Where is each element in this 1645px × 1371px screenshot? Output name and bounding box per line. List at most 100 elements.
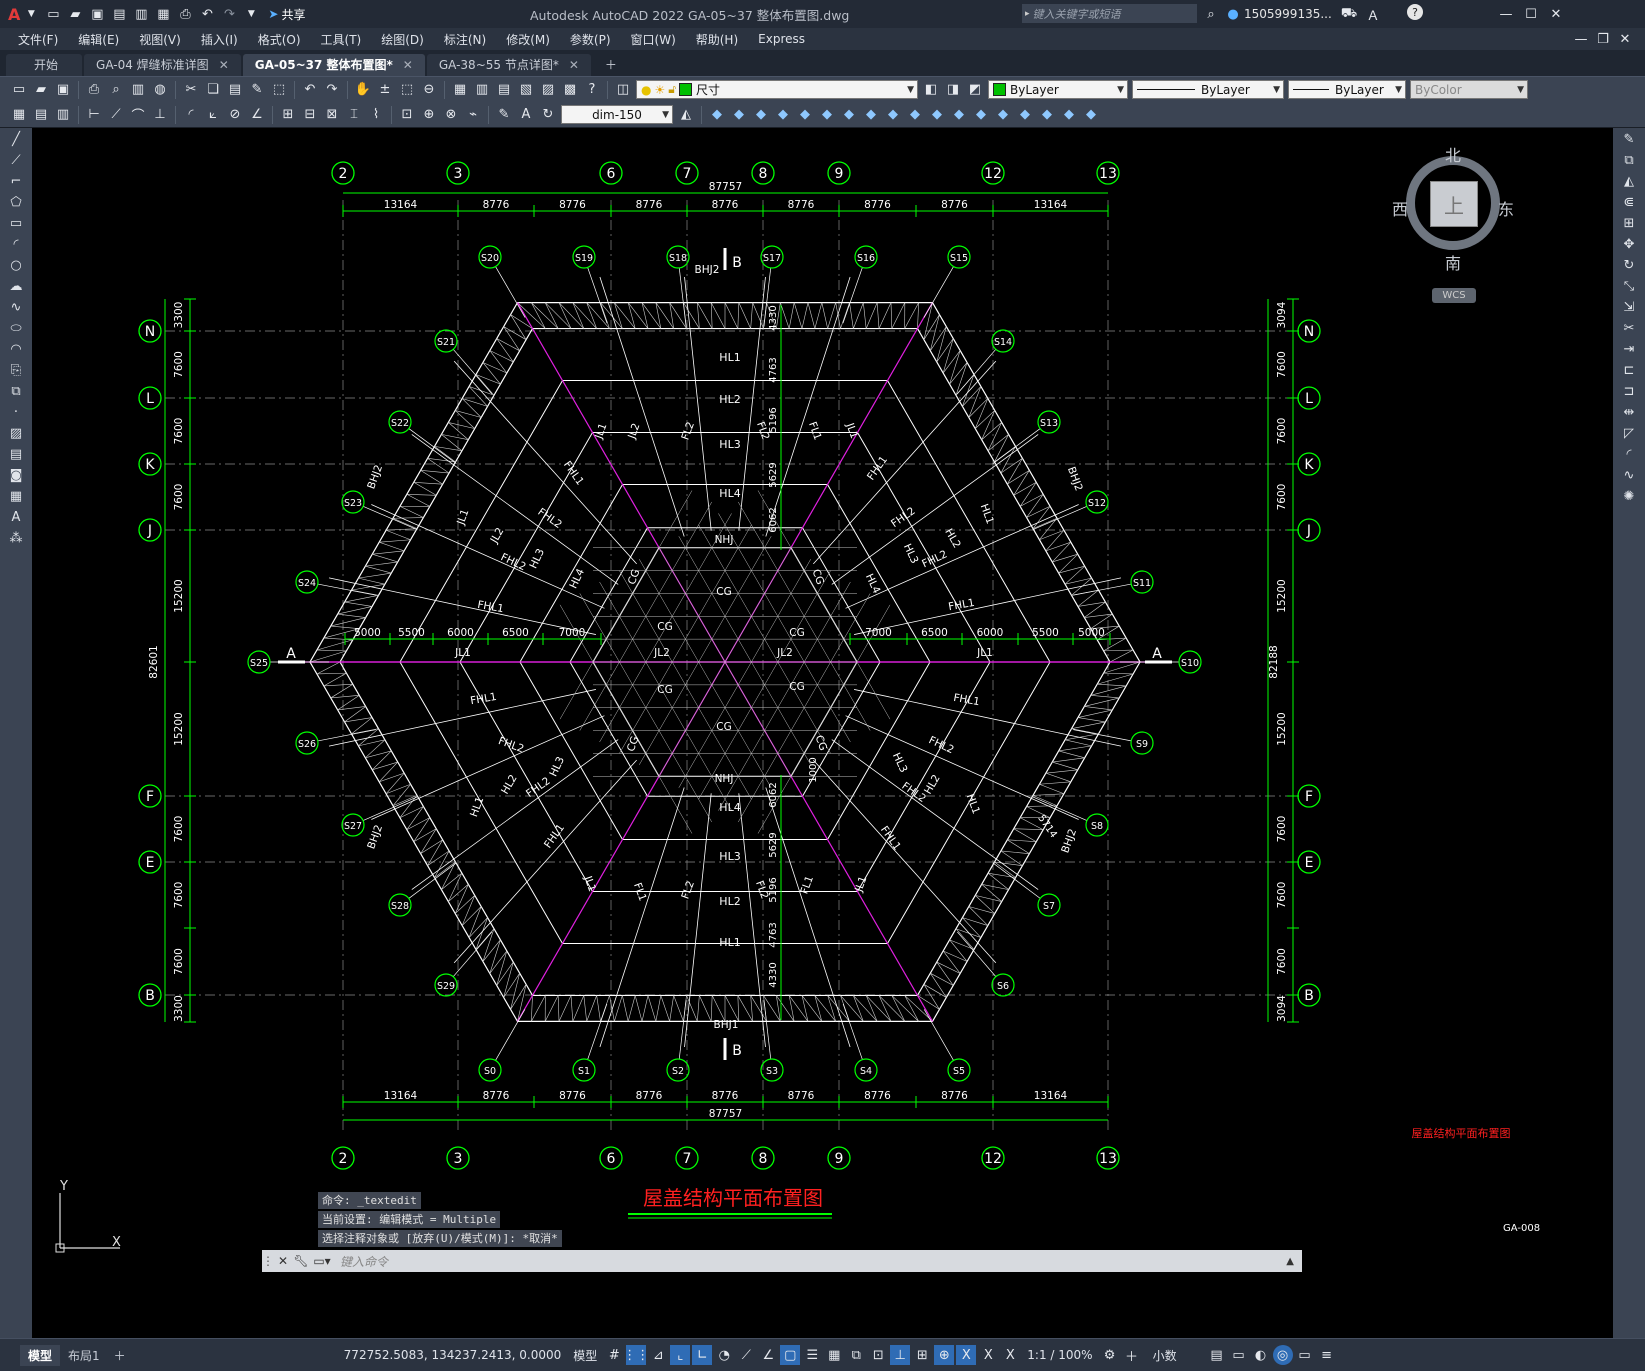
polar-tracking-icon[interactable]: ◔ — [714, 1345, 734, 1365]
tool-palettes-icon[interactable]: ▤ — [494, 80, 514, 100]
scale-icon[interactable]: ⤡ — [1618, 277, 1640, 296]
plotstyle-dropdown[interactable]: ByColor ▼ — [1410, 80, 1528, 99]
compass-west[interactable]: 西 — [1392, 196, 1408, 220]
layer-properties-icon[interactable]: ◫ — [613, 80, 633, 100]
dynamic-input-icon[interactable]: ⌞ — [670, 1345, 691, 1365]
tab-ga-05-37[interactable]: GA-05~37 整体布置图* ✕ — [242, 54, 425, 76]
clean-screen-icon[interactable]: ▭ — [1295, 1345, 1315, 1365]
close-window-icon[interactable]: ✕ — [1546, 4, 1566, 24]
cmd-customize-icon[interactable]: 🔧︎ — [292, 1254, 310, 1268]
tab-ga-04[interactable]: GA-04 焊缝标准详图 ✕ — [84, 54, 241, 76]
join-icon[interactable]: ⇹ — [1618, 403, 1640, 422]
menu-tools[interactable]: 工具(T) — [321, 31, 362, 48]
linetype-dropdown[interactable]: ByLayer ▼ — [1132, 80, 1284, 99]
cmd-recent-icon[interactable]: ▭▾ — [310, 1254, 334, 1268]
ortho-icon[interactable]: ∟ — [692, 1345, 713, 1365]
tab-close-icon[interactable]: ✕ — [219, 58, 229, 72]
plot-icon[interactable]: ⎙ — [84, 80, 104, 100]
a360-icon[interactable]: Ａ — [1363, 4, 1383, 24]
menu-help[interactable]: 帮助(H) — [696, 31, 738, 48]
tab-ga-38-55[interactable]: GA-38~55 节点详图* ✕ — [426, 54, 591, 76]
save-icon[interactable]: ▣ — [53, 80, 73, 100]
lineweight-dropdown[interactable]: ByLayer ▼ — [1288, 80, 1406, 99]
menu-parametric[interactable]: 参数(P) — [570, 31, 611, 48]
menu-modify[interactable]: 修改(M) — [506, 31, 550, 48]
extend-icon[interactable]: ⇥ — [1618, 340, 1640, 359]
print-icon[interactable]: ⎙ — [175, 4, 195, 24]
isodraft-icon[interactable]: ⟋ — [736, 1345, 756, 1365]
solid-cone-icon[interactable]: ◆ — [751, 105, 771, 125]
dynamic-ucs-icon[interactable]: ⊥ — [890, 1345, 911, 1365]
menu-insert[interactable]: 插入(I) — [201, 31, 238, 48]
polyline-icon[interactable]: ⌐ — [5, 172, 27, 191]
shell-icon[interactable]: ◆ — [971, 105, 991, 125]
web-icon[interactable]: ◍ — [150, 80, 170, 100]
menu-draw[interactable]: 绘图(D) — [381, 31, 424, 48]
match-properties-icon[interactable]: ✎ — [247, 80, 267, 100]
quick-dim-icon[interactable]: ⊞ — [278, 105, 298, 125]
customize-qat-icon[interactable]: ▼ — [241, 4, 261, 24]
color-dropdown[interactable]: ByLayer ▼ — [988, 80, 1128, 99]
hatch-icon[interactable]: ▨ — [5, 424, 27, 443]
viewcube-top-face[interactable]: 上 — [1430, 181, 1478, 227]
revcloud-icon[interactable]: ☁ — [5, 277, 27, 296]
menu-file[interactable]: 文件(F) — [18, 31, 58, 48]
search-icon[interactable]: ⌕ — [1201, 4, 1221, 24]
search-box[interactable]: ▸ 键入关键字或短语 — [1022, 4, 1197, 23]
menu-express[interactable]: Express — [758, 32, 805, 46]
layer-previous-icon[interactable]: ◨ — [943, 80, 963, 100]
region-icon[interactable]: ◙ — [5, 466, 27, 485]
new-tab-button[interactable]: ＋ — [593, 54, 629, 76]
trim-icon[interactable]: ✂ — [1618, 319, 1640, 338]
cut-icon[interactable]: ✂ — [181, 80, 201, 100]
move-icon[interactable]: ✥ — [1618, 235, 1640, 254]
subtract-icon[interactable]: ◆ — [883, 105, 903, 125]
design-center-icon[interactable]: ▥ — [472, 80, 492, 100]
imprint-icon[interactable]: ◆ — [993, 105, 1013, 125]
search-input[interactable]: 键入关键字或短语 — [1033, 6, 1121, 22]
explode-icon[interactable]: ✺ — [1618, 487, 1640, 506]
ellipse-icon[interactable]: ⬭ — [5, 319, 27, 338]
doc-restore-icon[interactable]: ❐ — [1593, 29, 1613, 49]
calculator-icon[interactable]: ▩ — [560, 80, 580, 100]
offset-icon[interactable]: ⋐ — [1618, 193, 1640, 212]
rotate-icon[interactable]: ↻ — [1618, 256, 1640, 275]
circle-icon[interactable]: ○ — [5, 256, 27, 275]
markup-icon[interactable]: ▨ — [538, 80, 558, 100]
jogged-dim-icon[interactable]: ⟀ — [203, 105, 223, 125]
lock-ui-icon[interactable]: ▭ — [1229, 1345, 1249, 1365]
help-icon[interactable]: ? — [582, 80, 602, 100]
jogged-linear-icon[interactable]: ⌁ — [463, 105, 483, 125]
mtext-icon[interactable]: A — [5, 508, 27, 527]
autocad-logo-icon[interactable]: A — [8, 5, 20, 24]
table-icon[interactable]: ▦ — [9, 105, 29, 125]
compass-south[interactable]: 南 — [1445, 250, 1461, 274]
new-file-icon[interactable]: ▭ — [43, 4, 63, 24]
object-snap-tracking-icon[interactable]: ∠ — [758, 1345, 778, 1365]
break-point-icon[interactable]: ⊏ — [1618, 361, 1640, 380]
grid-icon[interactable]: # — [604, 1345, 624, 1365]
array-icon[interactable]: ⊞ — [1618, 214, 1640, 233]
layer-dropdown[interactable]: ● ☀ 🔓︎ 尺寸 ▼ — [636, 80, 918, 99]
3d-osnap-icon[interactable]: ⊡ — [868, 1345, 888, 1365]
viewcube[interactable]: 上 北 南 西 东 — [1392, 146, 1514, 273]
annotation-scale-value[interactable]: 1:1 / 100% — [1027, 1348, 1092, 1362]
continue-dim-icon[interactable]: ⊠ — [322, 105, 342, 125]
drawing-canvas[interactable]: 2 2 3 3 6 6 7 7 8 8 9 9 12 12 13 13 13164 8776 8776 8776 877… — [32, 128, 1613, 1338]
redo-icon[interactable]: ↷ — [219, 4, 239, 24]
undo-icon[interactable]: ↶ — [300, 80, 320, 100]
isolate-objects-icon[interactable]: ◐ — [1251, 1345, 1271, 1365]
compass-north[interactable]: 北 — [1445, 142, 1461, 166]
add-selected-icon[interactable]: ⁂ — [5, 529, 27, 548]
doc-minimize-icon[interactable]: — — [1571, 29, 1591, 49]
dim-break-icon[interactable]: ⌇ — [366, 105, 386, 125]
properties-icon[interactable]: ▦ — [450, 80, 470, 100]
save-icon[interactable]: ▣ — [87, 4, 107, 24]
pan-icon[interactable]: ✋ — [353, 80, 373, 100]
user-icon[interactable]: ● — [1223, 4, 1243, 24]
slice-icon[interactable]: ◆ — [927, 105, 947, 125]
chamfer-icon[interactable]: ◸ — [1618, 424, 1640, 443]
zoom-window-icon[interactable]: ⬚ — [397, 80, 417, 100]
baseline-dim-icon[interactable]: ⊟ — [300, 105, 320, 125]
revolve-icon[interactable]: ◆ — [795, 105, 815, 125]
